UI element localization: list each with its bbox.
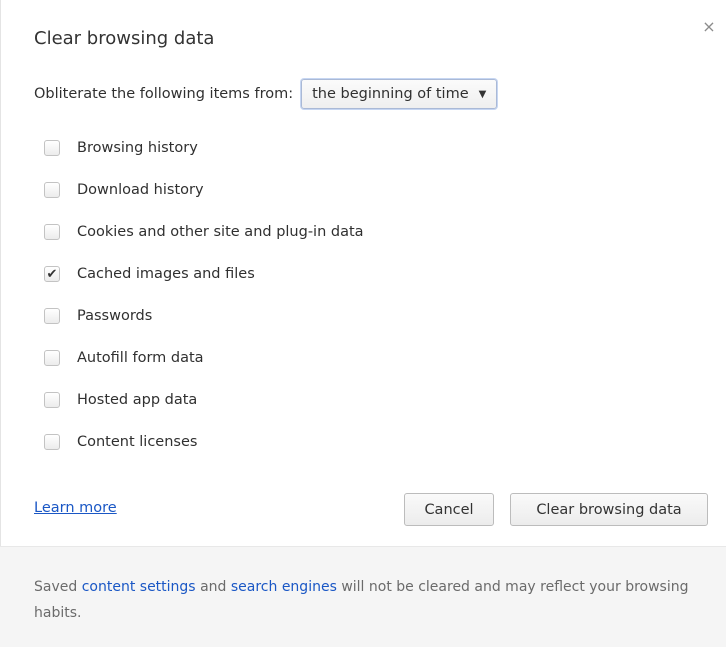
clear-browsing-data-dialog: Clear browsing data × Obliterate the fol…: [0, 0, 726, 647]
time-range-row: Obliterate the following items from: the…: [34, 79, 498, 109]
option-label: Autofill form data: [77, 350, 204, 366]
checkbox-hosted-app-data[interactable]: [44, 392, 60, 408]
chevron-down-icon: ▼: [478, 88, 487, 100]
clear-browsing-data-button[interactable]: Clear browsing data: [510, 493, 708, 526]
option-cached-images[interactable]: ✔ Cached images and files: [42, 253, 364, 295]
checkbox-passwords[interactable]: [44, 308, 60, 324]
option-label: Cached images and files: [77, 266, 255, 282]
data-type-options: Browsing history Download history Cookie…: [42, 127, 364, 463]
cancel-button[interactable]: Cancel: [404, 493, 494, 526]
option-label: Browsing history: [77, 140, 198, 156]
search-engines-link[interactable]: search engines: [231, 579, 337, 595]
time-range-selected-value: the beginning of time: [312, 86, 469, 102]
checkbox-autofill[interactable]: [44, 350, 60, 366]
option-content-licenses[interactable]: Content licenses: [42, 421, 364, 463]
option-label: Content licenses: [77, 434, 198, 450]
option-label: Cookies and other site and plug-in data: [77, 224, 364, 240]
dialog-footer: Saved content settings and search engine…: [0, 546, 726, 647]
time-range-label: Obliterate the following items from:: [34, 86, 294, 102]
option-cookies[interactable]: Cookies and other site and plug-in data: [42, 211, 364, 253]
checkbox-cookies[interactable]: [44, 224, 60, 240]
learn-more-link[interactable]: Learn more: [34, 500, 117, 516]
checkbox-download-history[interactable]: [44, 182, 60, 198]
checkbox-browsing-history[interactable]: [44, 140, 60, 156]
close-icon[interactable]: ×: [700, 18, 718, 36]
time-range-select[interactable]: the beginning of time ▼: [301, 79, 498, 109]
footer-and: and: [200, 579, 227, 595]
checkbox-cached-images[interactable]: ✔: [44, 266, 60, 282]
option-label: Download history: [77, 182, 204, 198]
dialog-title: Clear browsing data: [34, 28, 215, 49]
footer-prefix: Saved: [34, 579, 78, 595]
content-settings-link[interactable]: content settings: [82, 579, 196, 595]
footer-note: Saved content settings and search engine…: [34, 574, 704, 626]
checkbox-content-licenses[interactable]: [44, 434, 60, 450]
option-autofill[interactable]: Autofill form data: [42, 337, 364, 379]
option-browsing-history[interactable]: Browsing history: [42, 127, 364, 169]
option-passwords[interactable]: Passwords: [42, 295, 364, 337]
option-label: Hosted app data: [77, 392, 198, 408]
option-hosted-app-data[interactable]: Hosted app data: [42, 379, 364, 421]
option-label: Passwords: [77, 308, 153, 324]
option-download-history[interactable]: Download history: [42, 169, 364, 211]
